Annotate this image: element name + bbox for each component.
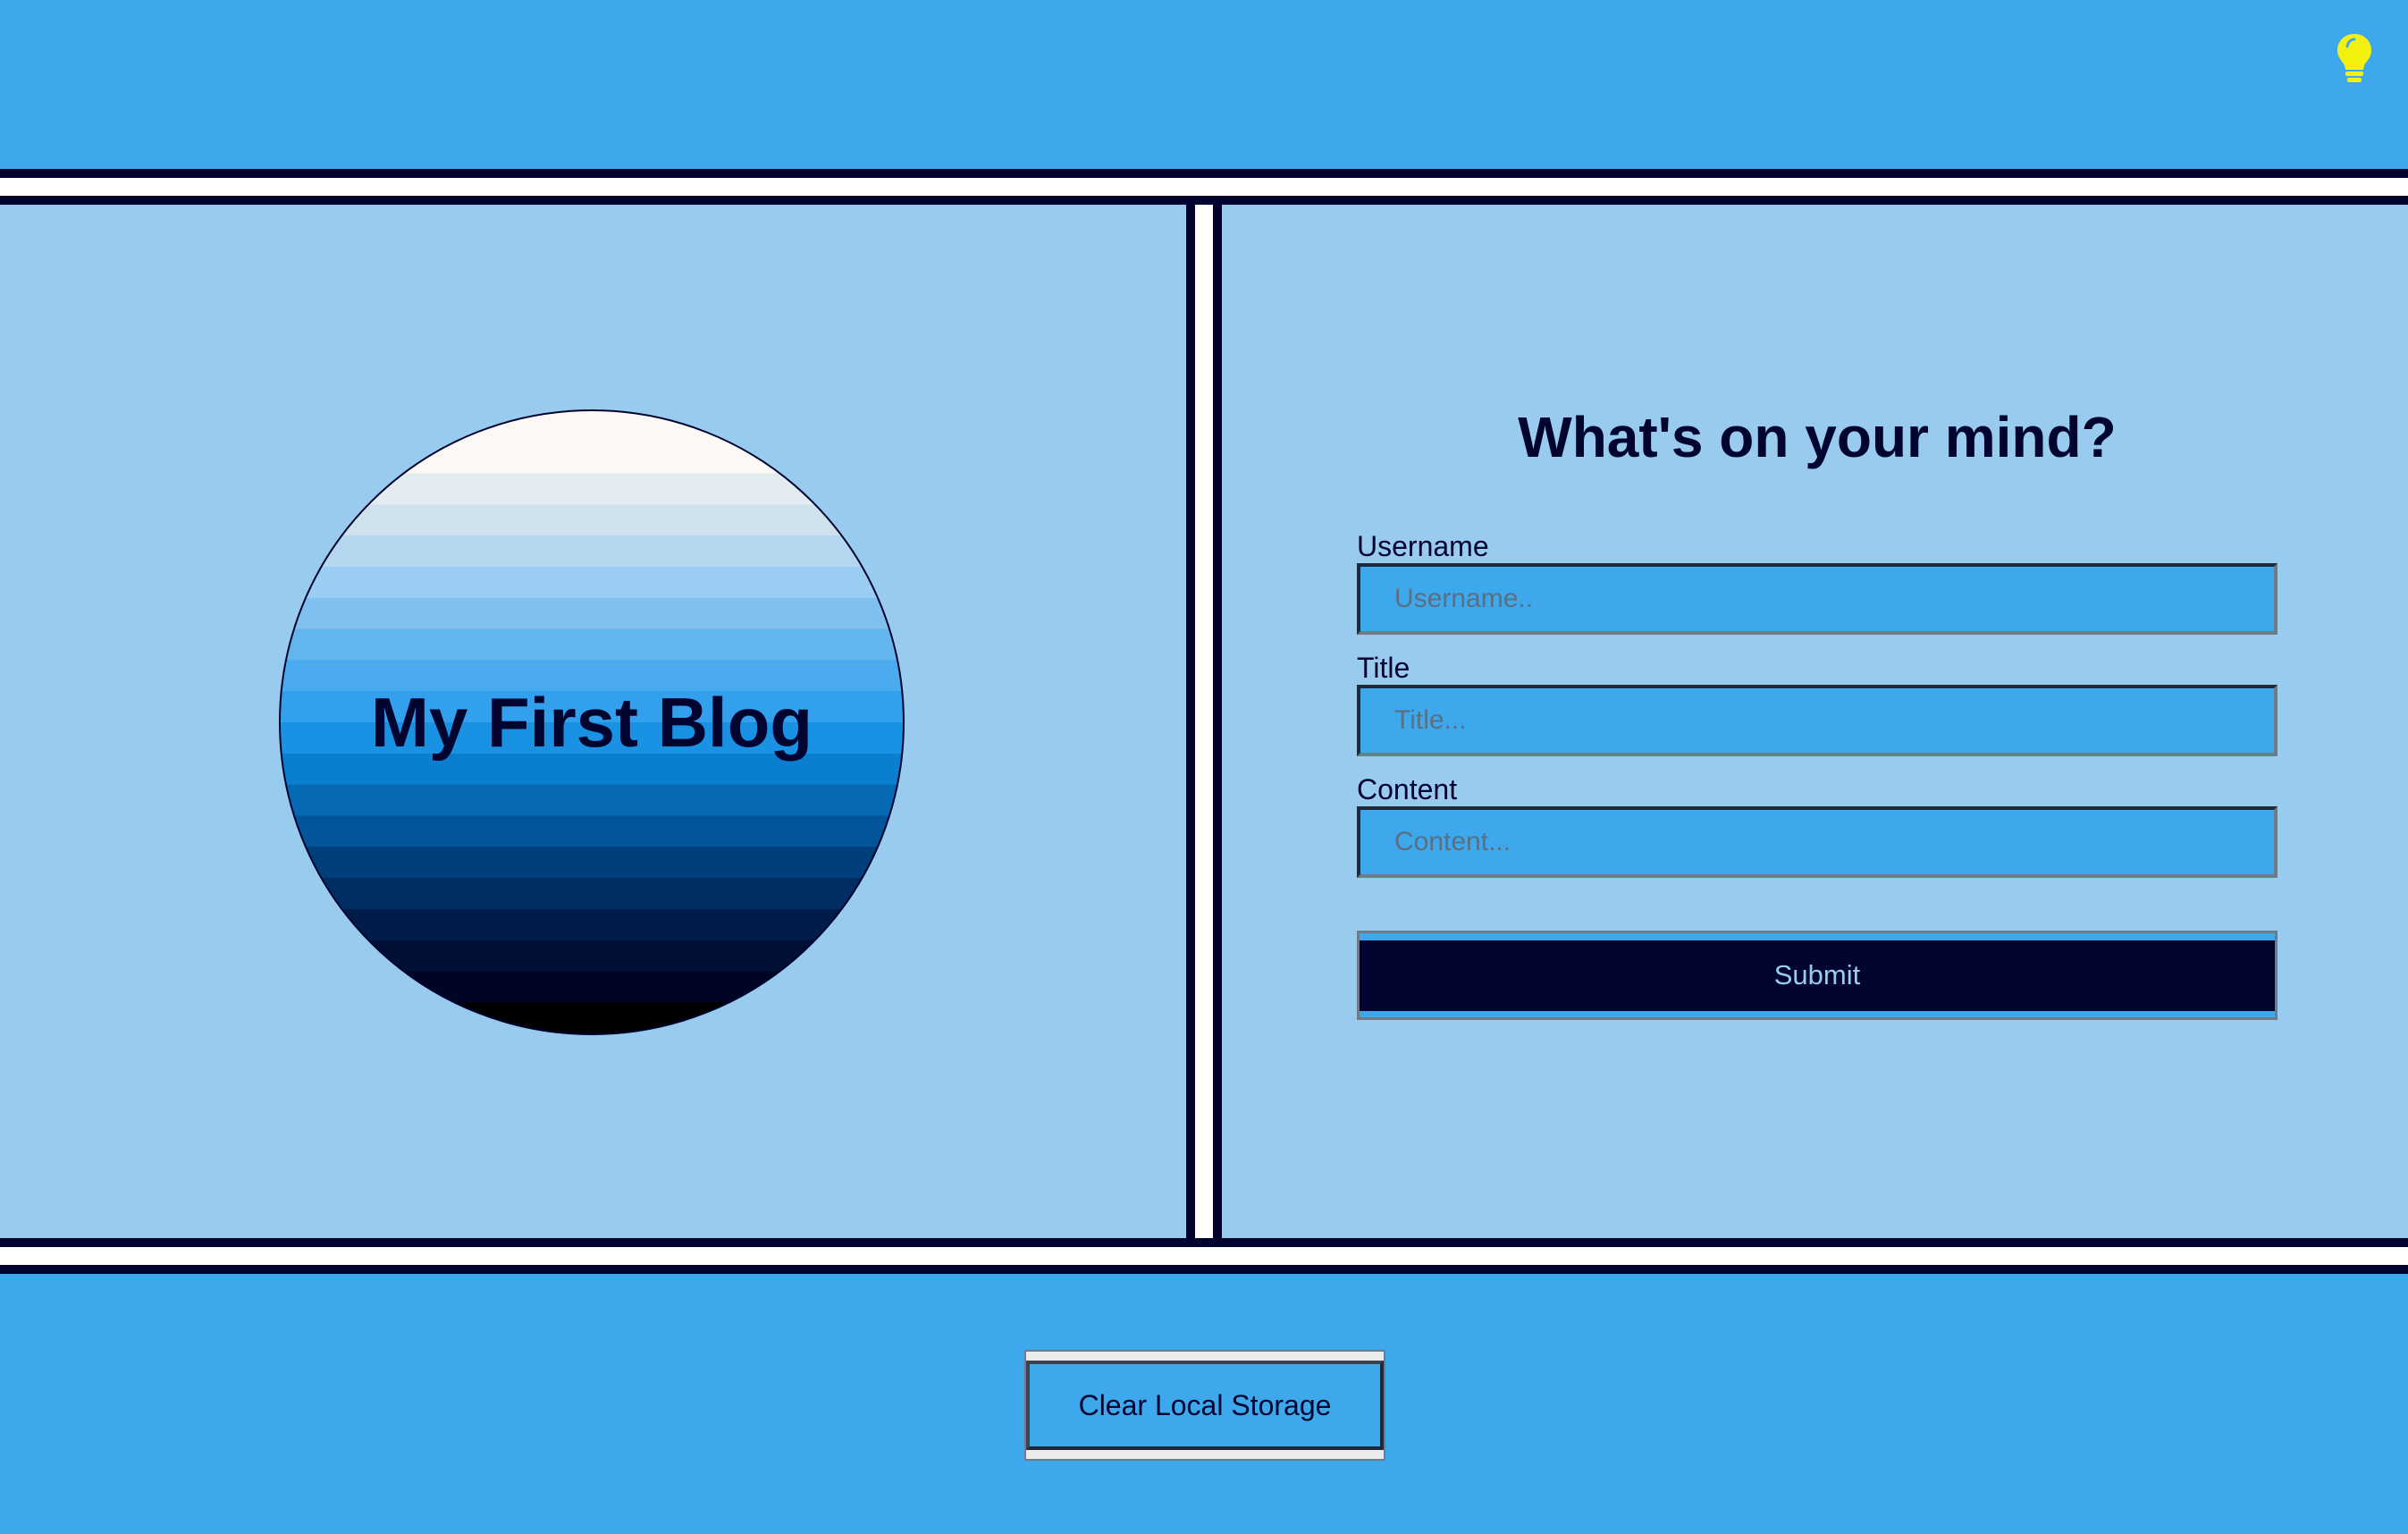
form-heading: What's on your mind? bbox=[1518, 405, 2117, 469]
header-divider bbox=[0, 169, 2408, 205]
blog-logo: My First Blog bbox=[279, 409, 905, 1035]
blog-title: My First Blog bbox=[370, 682, 812, 762]
submit-button[interactable]: Submit bbox=[1357, 931, 2277, 1020]
username-input[interactable] bbox=[1357, 563, 2277, 635]
username-label: Username bbox=[1357, 530, 1489, 562]
title-label: Title bbox=[1357, 652, 1410, 684]
clear-local-storage-button[interactable]: Clear Local Storage bbox=[1024, 1350, 1385, 1461]
clear-button-label: Clear Local Storage bbox=[1026, 1361, 1384, 1450]
header-bar bbox=[0, 0, 2408, 169]
title-input[interactable] bbox=[1357, 685, 2277, 756]
content-label: Content bbox=[1357, 773, 1458, 805]
content-input[interactable] bbox=[1357, 806, 2277, 878]
main-content: My First Blog What's on your mind? Usern… bbox=[0, 205, 2408, 1238]
lightbulb-icon[interactable] bbox=[2328, 30, 2380, 86]
submit-button-label: Submit bbox=[1360, 940, 2275, 1011]
column-divider bbox=[1186, 205, 1222, 1238]
footer-divider bbox=[0, 1238, 2408, 1274]
